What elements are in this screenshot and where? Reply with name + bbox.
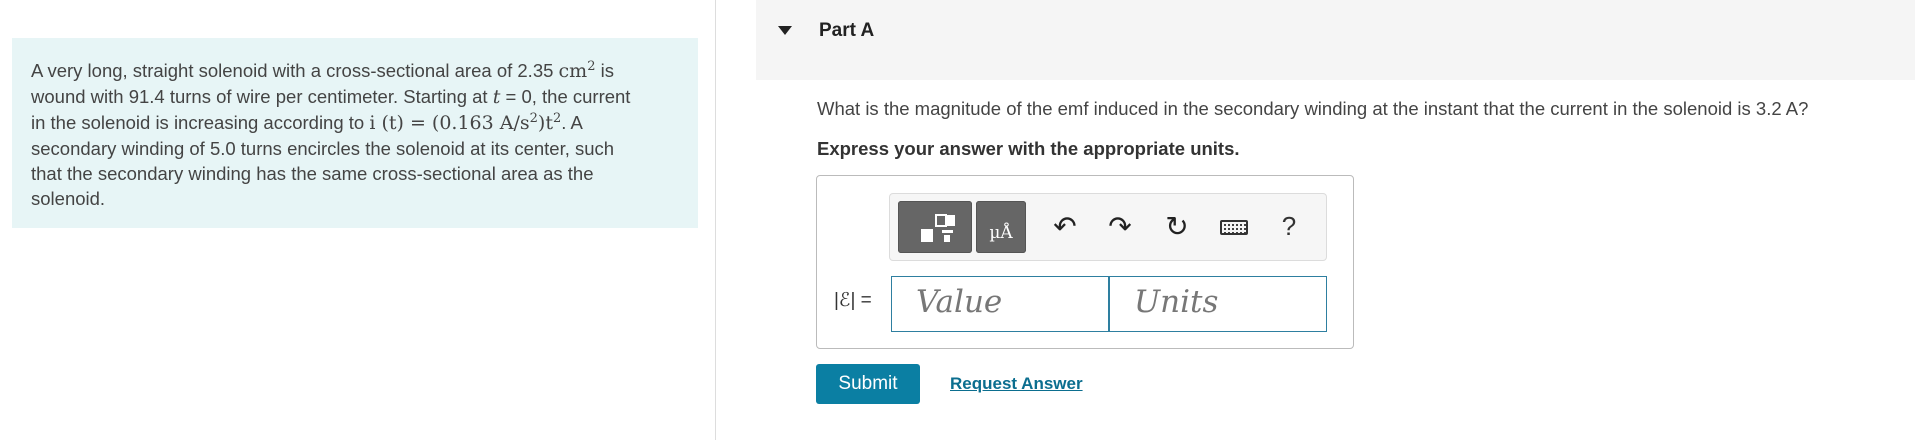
problem-line-5: that the secondary winding has the same …	[31, 163, 594, 184]
problem-panel: A very long, straight solenoid with a cr…	[0, 0, 716, 440]
problem-line-2: wound with 91.4 turns of wire per centim…	[31, 86, 631, 108]
part-header[interactable]: Part A	[756, 0, 1915, 80]
value-input[interactable]: Value	[891, 276, 1109, 332]
caret-down-icon[interactable]	[778, 26, 792, 35]
problem-line-6: solenoid.	[31, 188, 106, 209]
units-button[interactable]: µÅ	[976, 201, 1026, 253]
question-panel: Part A What is the magnitude of the emf …	[716, 0, 1915, 440]
part-title: Part A	[819, 20, 875, 41]
undo-icon[interactable]: ↶	[1048, 210, 1082, 243]
help-icon[interactable]: ?	[1272, 211, 1306, 242]
answer-box: µÅ ↶ ↷ ↻ ? |ℰ| = Value Units	[816, 175, 1354, 349]
units-icon: µÅ	[989, 223, 1013, 243]
math-current-expression: i (t) = (0.163 A/s2)t2	[369, 111, 562, 134]
submit-button[interactable]: Submit	[816, 364, 920, 404]
templates-button[interactable]	[898, 201, 972, 253]
keyboard-icon[interactable]	[1220, 220, 1248, 235]
math-unit: cm2	[558, 59, 596, 82]
instruction-text: Express your answer with the appropriate…	[817, 138, 1240, 159]
request-answer-link[interactable]: Request Answer	[950, 374, 1083, 394]
problem-statement: A very long, straight solenoid with a cr…	[12, 38, 698, 228]
templates-icon	[921, 214, 955, 242]
problem-line-4: secondary winding of 5.0 turns encircles…	[31, 138, 615, 159]
problem-line-1: A very long, straight solenoid with a cr…	[31, 59, 614, 82]
question-text: What is the magnitude of the emf induced…	[817, 98, 1809, 119]
units-input[interactable]: Units	[1109, 276, 1327, 332]
redo-icon[interactable]: ↷	[1103, 210, 1137, 243]
reset-icon[interactable]: ↻	[1160, 210, 1194, 243]
math-toolbar: µÅ ↶ ↷ ↻ ?	[889, 193, 1327, 261]
problem-line-3: in the solenoid is increasing according …	[31, 111, 583, 134]
emf-label: |ℰ| =	[834, 290, 872, 311]
